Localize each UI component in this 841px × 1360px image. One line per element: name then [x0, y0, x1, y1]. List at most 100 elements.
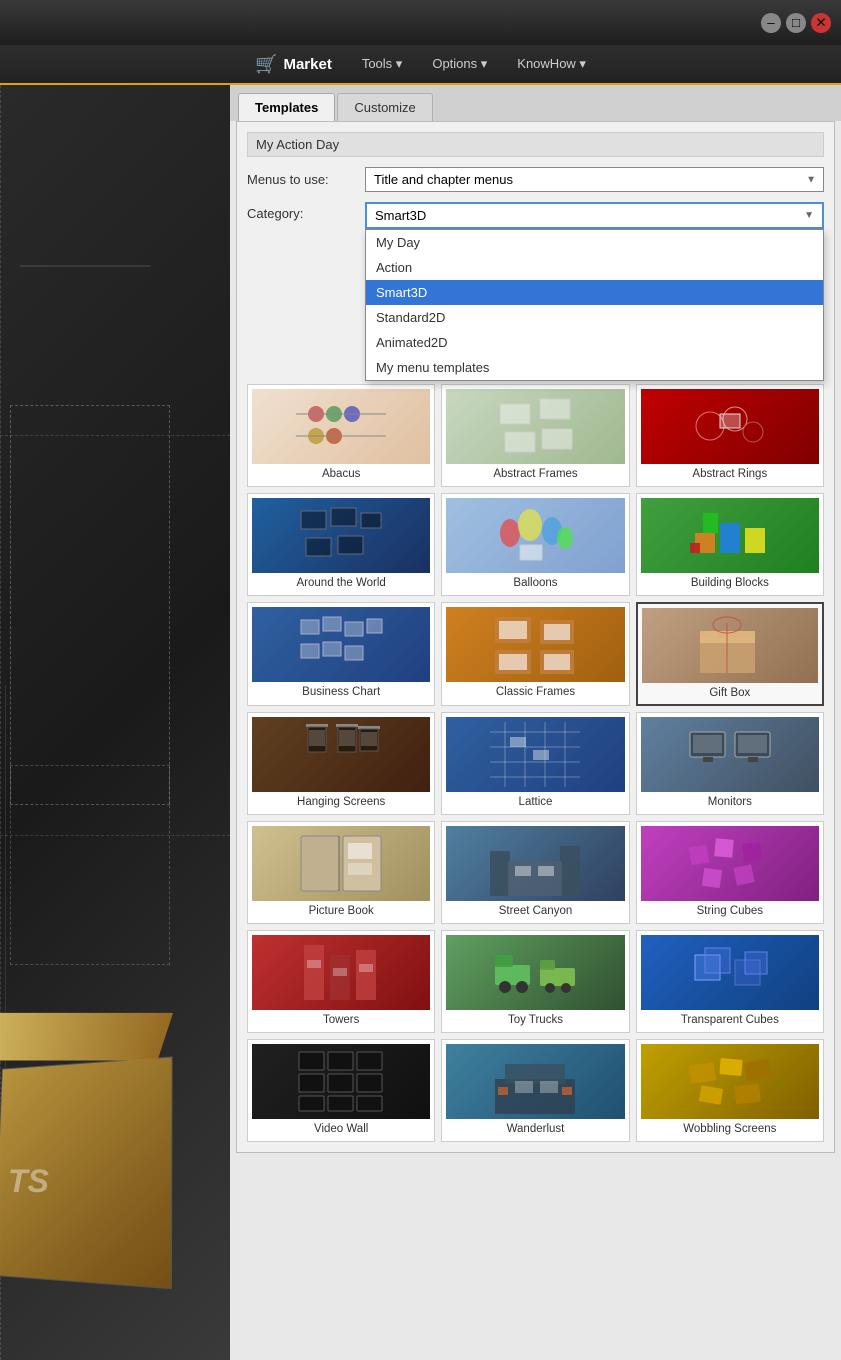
main-area: TS Templates Customize My Action Day Men — [0, 85, 841, 1360]
template-thumb-abacus — [252, 389, 430, 464]
options-menu[interactable]: Options ▾ — [432, 56, 487, 72]
template-name-string-cubes: String Cubes — [641, 905, 819, 919]
window-controls: – □ ✕ — [761, 13, 831, 33]
template-video-wall[interactable]: Video Wall — [247, 1039, 435, 1142]
maximize-button[interactable]: □ — [786, 13, 806, 33]
template-thumb-abstract-frames — [446, 389, 624, 464]
template-transparent-cubes[interactable]: Transparent Cubes — [636, 930, 824, 1033]
template-building-blocks[interactable]: Building Blocks — [636, 493, 824, 596]
tools-label: Tools ▾ — [362, 56, 403, 72]
template-thumb-lattice — [446, 717, 624, 792]
template-name-balloons: Balloons — [446, 577, 624, 591]
dropdown-item-animated2d[interactable]: Animated2D — [366, 330, 823, 355]
dropdown-item-action[interactable]: Action — [366, 255, 823, 280]
template-thumb-around-world — [252, 498, 430, 573]
minimize-button[interactable]: – — [761, 13, 781, 33]
project-bar: My Action Day — [247, 132, 824, 157]
category-dropdown-list: My Day Action Smart3D Standard2D Animate… — [365, 229, 824, 381]
category-chevron-icon: ▼ — [804, 210, 814, 221]
template-thumb-wobbling-screens — [641, 1044, 819, 1119]
brand-logo: 🛒 Market — [255, 54, 332, 75]
template-name-street-canyon: Street Canyon — [446, 905, 624, 919]
template-name-business-chart: Business Chart — [252, 686, 430, 700]
template-towers[interactable]: Towers — [247, 930, 435, 1033]
template-name-classic-frames: Classic Frames — [446, 686, 624, 700]
market-icon: 🛒 — [255, 54, 277, 75]
template-thumb-picture-book — [252, 826, 430, 901]
template-name-abstract-rings: Abstract Rings — [641, 468, 819, 482]
options-label: Options ▾ — [432, 56, 487, 72]
category-value: Smart3D — [375, 208, 804, 223]
template-name-abstract-frames: Abstract Frames — [446, 468, 624, 482]
template-name-hanging-screens: Hanging Screens — [252, 796, 430, 810]
template-thumb-building-blocks — [641, 498, 819, 573]
template-name-abacus: Abacus — [252, 468, 430, 482]
template-monitors[interactable]: Monitors — [636, 712, 824, 815]
dropdown-item-smart3d[interactable]: Smart3D — [366, 280, 823, 305]
template-name-picture-book: Picture Book — [252, 905, 430, 919]
template-name-building-blocks: Building Blocks — [641, 577, 819, 591]
menus-select[interactable]: Title and chapter menus — [365, 167, 824, 192]
template-street-canyon[interactable]: Street Canyon — [441, 821, 629, 924]
template-lattice[interactable]: Lattice — [441, 712, 629, 815]
template-name-around-world: Around the World — [252, 577, 430, 591]
template-thumb-monitors — [641, 717, 819, 792]
template-classic-frames[interactable]: Classic Frames — [441, 602, 629, 707]
template-name-gift-box: Gift Box — [642, 687, 818, 701]
tab-bar: Templates Customize — [230, 85, 841, 121]
knowhow-label: KnowHow ▾ — [517, 56, 586, 72]
template-thumb-wanderlust — [446, 1044, 624, 1119]
template-thumb-toy-trucks — [446, 935, 624, 1010]
template-name-wobbling-screens: Wobbling Screens — [641, 1123, 819, 1137]
template-thumb-abstract-rings — [641, 389, 819, 464]
template-name-towers: Towers — [252, 1014, 430, 1028]
template-string-cubes[interactable]: String Cubes — [636, 821, 824, 924]
template-name-video-wall: Video Wall — [252, 1123, 430, 1137]
close-button[interactable]: ✕ — [811, 13, 831, 33]
tab-customize[interactable]: Customize — [337, 93, 432, 121]
template-name-monitors: Monitors — [641, 796, 819, 810]
sidebar: TS — [0, 85, 230, 1360]
template-thumb-balloons — [446, 498, 624, 573]
template-abstract-rings[interactable]: Abstract Rings — [636, 384, 824, 487]
template-thumb-towers — [252, 935, 430, 1010]
template-abacus[interactable]: Abacus — [247, 384, 435, 487]
template-hanging-screens[interactable]: Hanging Screens — [247, 712, 435, 815]
template-thumb-classic-frames — [446, 607, 624, 682]
template-toy-trucks[interactable]: Toy Trucks — [441, 930, 629, 1033]
template-thumb-string-cubes — [641, 826, 819, 901]
template-around-world[interactable]: Around the World — [247, 493, 435, 596]
dropdown-item-myday[interactable]: My Day — [366, 230, 823, 255]
template-gift-box[interactable]: Gift Box — [636, 602, 824, 707]
menus-row: Menus to use: Title and chapter menus — [247, 167, 824, 192]
dropdown-item-standard2d[interactable]: Standard2D — [366, 305, 823, 330]
template-wanderlust[interactable]: Wanderlust — [441, 1039, 629, 1142]
project-name: My Action Day — [256, 137, 339, 152]
template-name-toy-trucks: Toy Trucks — [446, 1014, 624, 1028]
template-abstract-frames[interactable]: Abstract Frames — [441, 384, 629, 487]
brand-name: Market — [283, 56, 331, 73]
template-thumb-video-wall — [252, 1044, 430, 1119]
menus-select-wrapper[interactable]: Title and chapter menus — [365, 167, 824, 192]
menubar: 🛒 Market Tools ▾ Options ▾ KnowHow ▾ — [0, 45, 841, 85]
template-name-lattice: Lattice — [446, 796, 624, 810]
menus-label: Menus to use: — [247, 172, 357, 187]
tab-templates[interactable]: Templates — [238, 93, 335, 121]
template-name-wanderlust: Wanderlust — [446, 1123, 624, 1137]
template-name-transparent-cubes: Transparent Cubes — [641, 1014, 819, 1028]
template-business-chart[interactable]: Business Chart — [247, 602, 435, 707]
titlebar: – □ ✕ — [0, 0, 841, 45]
tools-menu[interactable]: Tools ▾ — [362, 56, 403, 72]
templates-grid: Abacus Abstract Frames — [247, 384, 824, 1142]
template-balloons[interactable]: Balloons — [441, 493, 629, 596]
category-dropdown[interactable]: Smart3D ▼ My Day Action Smart3D Standard… — [365, 202, 824, 229]
knowhow-menu[interactable]: KnowHow ▾ — [517, 56, 586, 72]
template-picture-book[interactable]: Picture Book — [247, 821, 435, 924]
right-panel[interactable]: Templates Customize My Action Day Menus … — [230, 85, 841, 1360]
panel-content: My Action Day Menus to use: Title and ch… — [236, 121, 835, 1153]
dropdown-item-mymenu[interactable]: My menu templates — [366, 355, 823, 380]
category-row: Category: Smart3D ▼ My Day Action Smart3… — [247, 202, 824, 229]
template-thumb-gift-box — [642, 608, 818, 683]
category-label: Category: — [247, 202, 357, 221]
template-wobbling-screens[interactable]: Wobbling Screens — [636, 1039, 824, 1142]
